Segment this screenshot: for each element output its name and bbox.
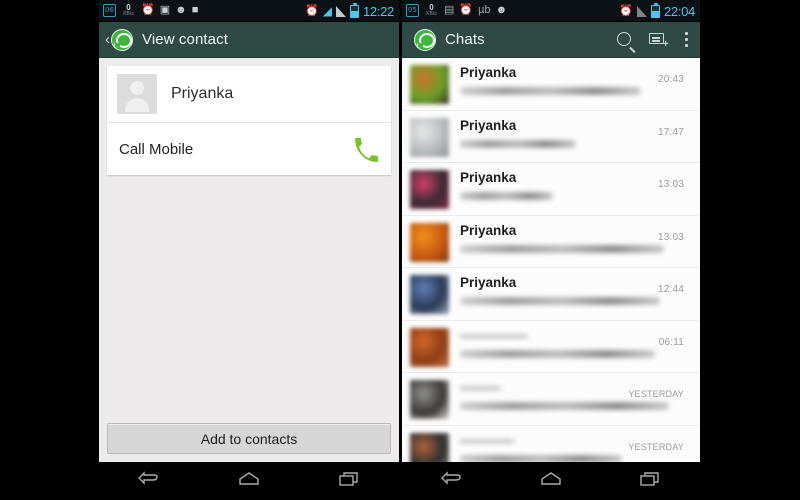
add-to-contacts-container: Add to contacts <box>99 415 399 462</box>
chat-item-content: ——— YESTERDAY <box>449 380 692 419</box>
wifi-icon: ◢ <box>322 4 332 18</box>
avatar <box>410 170 449 209</box>
chat-list-item[interactable]: Priyanka 13:03 <box>402 215 700 268</box>
screenshot-stage: 06 0 KB/s ⏰ ▣ ☻ ■ ⏰ ◢ 12:22 ‹ View conta… <box>0 0 800 500</box>
left-phone-screenshot: 06 0 KB/s ⏰ ▣ ☻ ■ ⏰ ◢ 12:22 ‹ View conta… <box>99 0 399 500</box>
contact-name: Priyanka <box>171 85 234 102</box>
data-rate-icon: 0 KB/s <box>424 3 439 17</box>
chat-message-preview <box>460 402 669 410</box>
status-bar-clock: 12:22 <box>362 3 394 19</box>
chat-message-preview <box>460 454 623 462</box>
gallery-icon: ▣ <box>159 4 171 16</box>
home-button[interactable] <box>236 470 262 493</box>
calendar-icon: 06 <box>103 4 116 17</box>
contact-card: Priyanka Call Mobile <box>107 66 391 175</box>
back-button[interactable] <box>439 470 465 493</box>
calendar-icon: 05 <box>406 4 419 17</box>
chat-message-preview <box>460 244 665 253</box>
overflow-menu-icon[interactable] <box>684 32 688 47</box>
chat-list-item[interactable]: ——— YESTERDAY <box>402 373 700 426</box>
chat-list-item[interactable]: Priyanka 12:44 <box>402 268 700 321</box>
chats-list[interactable]: Priyanka 20:43 Priyanka 17:47 Priyanka 13:03 P… <box>402 58 700 462</box>
signal-icon <box>636 5 647 17</box>
chat-item-content: ———— YESTERDAY <box>449 433 692 462</box>
back-button[interactable] <box>136 470 162 493</box>
chat-list-item[interactable]: ————— 06:11 <box>402 320 700 373</box>
chat-message-preview <box>460 139 576 148</box>
chat-item-content: ————— 06:11 <box>449 328 692 367</box>
alarm-clock-icon: ⏰ <box>459 4 474 16</box>
chat-timestamp: 12:44 <box>657 284 684 295</box>
avatar <box>410 117 449 157</box>
alarm-clock-icon: ⏰ <box>141 4 155 16</box>
chat-timestamp: YESTERDAY <box>628 441 684 452</box>
avatar <box>410 432 449 462</box>
chat-contact-name: ————— <box>460 327 528 343</box>
chat-message-preview <box>460 297 660 305</box>
avatar <box>410 380 449 419</box>
chat-timestamp: YESTERDAY <box>628 389 684 399</box>
chat-timestamp: 13:03 <box>657 231 684 243</box>
contact-screen-body: Priyanka Call Mobile Add to contacts <box>99 58 399 462</box>
chat-item-content: Priyanka 17:47 <box>449 118 692 157</box>
chat-list-item[interactable]: ———— YESTERDAY <box>402 425 700 462</box>
home-button[interactable] <box>538 470 564 493</box>
page-title: Chats <box>445 31 485 48</box>
play-store-icon: ■ <box>191 4 199 16</box>
chat-item-content: Priyanka 20:43 <box>449 65 692 104</box>
chat-timestamp: 13:03 <box>657 179 684 190</box>
chat-message-preview <box>460 349 655 358</box>
android-icon: ☻ <box>175 4 187 16</box>
chat-timestamp: 17:47 <box>657 126 684 138</box>
back-chevron-icon[interactable]: ‹ <box>105 32 110 47</box>
left-status-bar: 06 0 KB/s ⏰ ▣ ☻ ■ ⏰ ◢ 12:22 <box>99 0 399 22</box>
battery-saver-icon: ▤ <box>444 4 455 16</box>
data-rate-unit: KB/s <box>426 10 437 17</box>
avatar <box>410 327 449 367</box>
chat-timestamp: 20:43 <box>657 74 684 85</box>
search-icon[interactable] <box>616 32 631 47</box>
phone-icon[interactable] <box>353 136 379 162</box>
battery-icon <box>650 2 660 18</box>
call-mobile-label: Call Mobile <box>119 140 194 158</box>
avatar <box>410 65 449 104</box>
chat-item-content: Priyanka 13:03 <box>449 223 692 262</box>
chat-list-item[interactable]: Priyanka 20:43 <box>402 58 700 111</box>
right-phone-screenshot: 05 0 KB/s ▤ ⏰ µb ☻ ⏰ 22:04 Chats + Priya… <box>402 0 700 500</box>
chat-item-content: Priyanka 13:03 <box>449 170 692 209</box>
call-mobile-row[interactable]: Call Mobile <box>107 123 391 175</box>
new-chat-icon[interactable]: + <box>648 32 669 49</box>
android-icon: ☻ <box>495 4 508 16</box>
ub-icon: µb <box>478 4 491 16</box>
alarm-icon: ⏰ <box>619 4 633 17</box>
page-title: View contact <box>142 31 228 48</box>
data-rate-unit: KB/s <box>123 10 134 17</box>
add-to-contacts-button[interactable]: Add to contacts <box>107 423 391 454</box>
status-bar-clock: 22:04 <box>663 3 695 19</box>
right-status-bar: 05 0 KB/s ▤ ⏰ µb ☻ ⏰ 22:04 <box>402 0 700 22</box>
chat-message-preview <box>460 192 553 200</box>
contact-header-row[interactable]: Priyanka <box>107 66 391 122</box>
chat-item-content: Priyanka 12:44 <box>449 275 692 314</box>
battery-icon <box>349 2 359 18</box>
left-action-bar: ‹ View contact <box>99 22 399 58</box>
whatsapp-logo-icon <box>414 28 436 51</box>
avatar <box>117 74 157 114</box>
right-action-bar: Chats + <box>402 22 700 58</box>
avatar <box>410 222 449 262</box>
alarm-icon: ⏰ <box>305 4 319 17</box>
chat-timestamp: 06:11 <box>658 336 684 348</box>
right-nav-bar <box>402 462 700 500</box>
data-rate-icon: 0 KB/s <box>121 3 136 17</box>
avatar <box>410 275 449 314</box>
whatsapp-logo-icon <box>111 28 133 51</box>
recents-button[interactable] <box>637 470 663 493</box>
recents-button[interactable] <box>336 470 362 493</box>
chat-list-item[interactable]: Priyanka 17:47 <box>402 110 700 163</box>
chat-message-preview <box>460 87 641 95</box>
signal-icon <box>335 5 346 17</box>
chat-list-item[interactable]: Priyanka 13:03 <box>402 163 700 216</box>
left-nav-bar <box>99 462 399 500</box>
